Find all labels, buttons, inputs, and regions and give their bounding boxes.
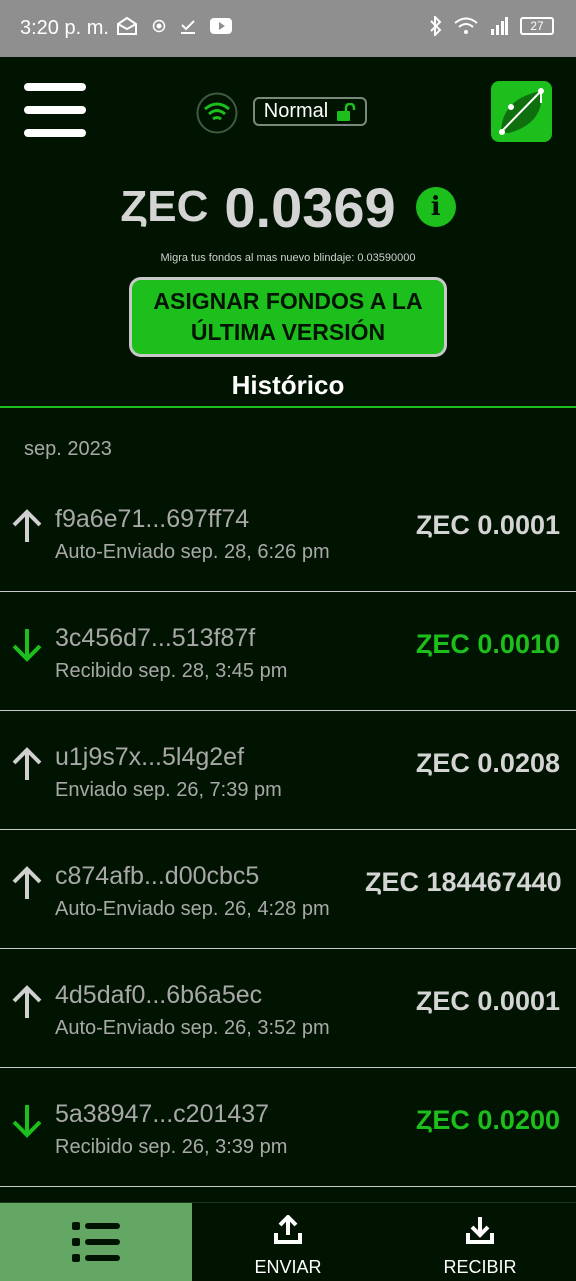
bottom-tab-bar: ENVIAR RECIBIR: [0, 1202, 576, 1281]
transaction-meta: Auto-Enviado sep. 26, 4:28 pm: [55, 898, 330, 920]
tab-send-label: ENVIAR: [254, 1257, 322, 1277]
arrow-up-icon: [12, 509, 42, 542]
transaction-id: 5a38947...c201437: [55, 1100, 270, 1128]
arrow-up-icon: [12, 747, 42, 780]
transaction-row[interactable]: 4d5daf0...6b6a5ec Auto-Enviado sep. 26, …: [0, 949, 576, 1068]
app-header: Normal: [0, 57, 576, 167]
transaction-meta: Auto-Enviado sep. 26, 3:52 pm: [55, 1017, 330, 1039]
transaction-row[interactable]: f9a6e71...697ff74 Auto-Enviado sep. 28, …: [0, 473, 576, 592]
transaction-id: u1j9s7x...5l4g2ef: [55, 743, 245, 771]
transaction-id: c874afb...d00cbc5: [55, 862, 260, 890]
status-bar: 3:20 p. m. 27: [0, 0, 576, 57]
mail-icon: [117, 16, 137, 35]
system-icons: 27: [430, 16, 554, 36]
transaction-meta: Recibido sep. 26, 3:39 pm: [55, 1136, 288, 1158]
list-icon: [72, 1222, 120, 1262]
assign-funds-button[interactable]: ASIGNAR FONDOS A LA ÚLTIMA VERSIÓN: [129, 277, 447, 357]
mode-label: Normal: [263, 100, 329, 122]
tab-history[interactable]: [0, 1203, 192, 1281]
arrow-down-icon: [12, 629, 42, 662]
tab-send[interactable]: ENVIAR: [192, 1203, 384, 1281]
transaction-amount: ȤEC 184467440: [365, 867, 562, 897]
transaction-amount: ȤEC 0.0200: [415, 1105, 560, 1135]
arrow-up-icon: [12, 985, 42, 1018]
mode-toggle[interactable]: Normal: [253, 97, 367, 126]
status-time: 3:20 p. m.: [20, 17, 109, 39]
migrate-text: Migra tus fondos al mas nuevo blindaje: …: [160, 252, 416, 264]
transaction-amount: ȤEC 0.0001: [415, 986, 560, 1016]
transaction-meta: Recibido sep. 28, 3:45 pm: [55, 660, 288, 682]
balance-amount: 0.0369: [224, 175, 396, 239]
unlock-icon: [337, 102, 356, 121]
divider: [0, 406, 576, 408]
transaction-row[interactable]: c874afb...d00cbc5 Auto-Enviado sep. 26, …: [0, 830, 576, 949]
notification-icons: [116, 16, 232, 36]
tab-receive[interactable]: RECIBIR: [384, 1203, 576, 1281]
balance-display: ȤEC 0.0369 i: [0, 175, 576, 239]
transaction-id: 3c456d7...513f87f: [55, 624, 256, 652]
battery-icon: 27: [520, 17, 554, 35]
signal-icon: [491, 17, 508, 35]
upload-icon: [274, 1215, 302, 1244]
balance-currency: ȤEC: [120, 182, 209, 231]
transaction-row[interactable]: 5a38947...c201437 Recibido sep. 26, 3:39…: [0, 1068, 576, 1187]
transaction-amount: ȤEC 0.0001: [415, 510, 560, 540]
transaction-list: f9a6e71...697ff74 Auto-Enviado sep. 28, …: [0, 473, 576, 1187]
transaction-meta: Enviado sep. 26, 7:39 pm: [55, 779, 282, 801]
download-icon: [466, 1217, 494, 1244]
info-icon[interactable]: i: [415, 187, 456, 227]
transaction-row[interactable]: 3c456d7...513f87f Recibido sep. 28, 3:45…: [0, 592, 576, 711]
month-label: sep. 2023: [24, 438, 112, 460]
wifi-icon[interactable]: [196, 92, 238, 134]
transaction-id: f9a6e71...697ff74: [55, 505, 250, 533]
record-icon: [152, 19, 166, 33]
wifi-status-icon: [454, 17, 478, 34]
transaction-amount: ȤEC 0.0010: [415, 629, 560, 659]
arrow-up-icon: [12, 866, 42, 899]
tab-receive-label: RECIBIR: [443, 1257, 517, 1277]
transaction-amount: ȤEC 0.0208: [415, 748, 560, 778]
menu-icon[interactable]: [24, 83, 86, 139]
transaction-id: 4d5daf0...6b6a5ec: [55, 981, 263, 1009]
youtube-icon: [210, 18, 232, 34]
app-logo[interactable]: [491, 81, 552, 142]
bluetooth-icon: [430, 16, 442, 36]
transaction-meta: Auto-Enviado sep. 28, 6:26 pm: [55, 541, 330, 563]
download-done-icon: [181, 20, 195, 34]
transaction-row[interactable]: u1j9s7x...5l4g2ef Enviado sep. 26, 7:39 …: [0, 711, 576, 830]
arrow-down-icon: [12, 1105, 42, 1138]
history-title: Histórico: [231, 370, 345, 400]
